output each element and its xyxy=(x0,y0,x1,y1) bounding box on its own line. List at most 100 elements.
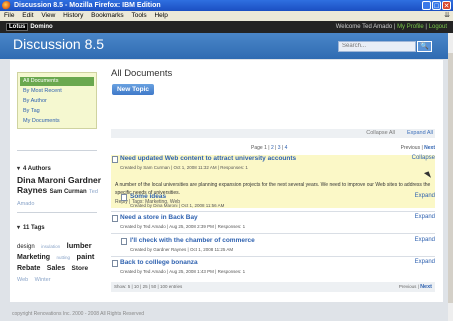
expand-link[interactable]: Expand xyxy=(415,214,435,220)
collapse-link[interactable]: Collapse xyxy=(412,155,435,161)
menu-file[interactable]: File xyxy=(4,12,14,19)
triangle-down-icon: ▾ xyxy=(17,225,21,231)
window-title: Discussion 8.5 - Mozilla Firefox: IBM Ed… xyxy=(14,2,161,9)
tag-link[interactable]: Store xyxy=(72,265,89,272)
tag-link[interactable]: Marketing xyxy=(17,254,50,261)
menu-overflow-icon[interactable]: ⇊ xyxy=(444,11,450,21)
tags-header[interactable]: ▾ 11 Tags xyxy=(17,224,45,231)
topic-meta: Created by Ted Amado | Aug 25, 2008 1:43… xyxy=(120,269,246,274)
app-header: Lotus Domino Welcome Ted Amado | My Profi… xyxy=(0,21,453,33)
user-bar: Welcome Ted Amado | My Profile | Logout xyxy=(336,21,447,33)
page-3[interactable]: 3 xyxy=(278,145,281,151)
tag-cloud: design insulation lumber Marketing nutti… xyxy=(17,240,103,284)
tag-link[interactable]: design xyxy=(17,244,35,250)
tags-header-label: 11 Tags xyxy=(23,225,45,231)
next-link[interactable]: Next xyxy=(424,145,435,151)
logo-box: Lotus xyxy=(6,23,29,31)
previous-link[interactable]: Previous xyxy=(401,145,420,151)
topic-row: I'll check with the chamber of commerce … xyxy=(111,237,435,255)
expand-link[interactable]: Expand xyxy=(415,259,435,265)
divider xyxy=(111,233,435,234)
topic-row: Some ideas Expand Created by Dina Maroni… xyxy=(111,193,435,211)
topic-title[interactable]: Need a store in Back Bay xyxy=(120,214,198,221)
topic-title[interactable]: Need updated Web content to attract univ… xyxy=(120,155,296,162)
logout-link[interactable]: Logout xyxy=(429,24,447,30)
topic-row: Need a store in Back Bay Expand Created … xyxy=(111,214,435,232)
show-entries[interactable]: Show: 5 | 10 | 25 | 50 | 100 entries xyxy=(114,282,182,292)
authors-divider xyxy=(17,150,97,151)
logo-text: Domino xyxy=(30,24,53,30)
topic-title[interactable]: Some ideas xyxy=(130,193,166,200)
menu-edit[interactable]: Edit xyxy=(22,12,33,19)
sidebar-item-most-recent[interactable]: By Most Recent xyxy=(20,87,94,96)
window-title-bar[interactable]: Discussion 8.5 - Mozilla Firefox: IBM Ed… xyxy=(0,0,453,11)
topic-meta: Created by Sam Curman | Oct 1, 2008 11:3… xyxy=(120,165,248,170)
sidebar-item-all-documents[interactable]: All Documents xyxy=(20,77,94,86)
page-label: Page xyxy=(251,145,263,151)
menu-help[interactable]: Help xyxy=(154,12,167,19)
expand-link[interactable]: Expand xyxy=(415,193,435,199)
maximize-button[interactable]: □ xyxy=(432,1,441,10)
minimize-button[interactable]: _ xyxy=(422,1,431,10)
document-icon xyxy=(112,215,118,222)
my-profile-link[interactable]: My Profile xyxy=(397,24,424,30)
author-link[interactable]: Ted xyxy=(89,189,98,195)
sidebar-item-by-tag[interactable]: By Tag xyxy=(20,107,94,116)
search-input[interactable] xyxy=(338,41,416,52)
menu-bookmarks[interactable]: Bookmarks xyxy=(91,12,124,19)
page-4[interactable]: 4 xyxy=(285,145,288,151)
sidebar-item-by-author[interactable]: By Author xyxy=(20,97,94,106)
tag-link[interactable]: insulation xyxy=(41,244,60,249)
author-link[interactable]: Amado xyxy=(17,201,34,207)
author-link[interactable]: Dina Maroni xyxy=(17,175,66,185)
author-link[interactable]: Sam Curman xyxy=(50,189,87,195)
reply-icon xyxy=(121,238,127,245)
topic-meta: Created by Ted Amado | Aug 25, 2008 2:39… xyxy=(120,224,246,229)
topic-title[interactable]: Back to colllege bonanza xyxy=(120,259,198,266)
user-bar-separator: | xyxy=(425,24,427,30)
document-icon xyxy=(112,156,118,163)
content-title: All Documents xyxy=(111,68,173,79)
collapse-all-link[interactable]: Collapse All xyxy=(366,129,395,138)
sidebar-item-my-documents[interactable]: My Documents xyxy=(20,117,94,126)
triangle-down-icon: ▾ xyxy=(17,166,21,172)
vertical-scrollbar[interactable] xyxy=(448,33,453,321)
page-2[interactable]: 2 xyxy=(271,145,274,151)
author-link[interactable]: Raynes xyxy=(17,185,47,195)
search-button[interactable]: 🔍 xyxy=(417,41,432,52)
authors-cloud: Dina Maroni Gardner Raynes Sam Curman Te… xyxy=(17,175,103,209)
copyright-text: copyright Renovations Inc. 2000 - 2008 A… xyxy=(12,311,145,317)
expand-all-link[interactable]: Expand All xyxy=(407,129,433,138)
lotus-logo: Lotus Domino xyxy=(6,23,53,31)
footer-next-link[interactable]: Next xyxy=(420,284,432,290)
authors-header-label: 4 Authors xyxy=(23,166,51,172)
tag-link[interactable]: Rebate xyxy=(17,265,40,272)
topic-row: Back to colllege bonanza Expand Created … xyxy=(111,259,435,277)
expand-link[interactable]: Expand xyxy=(415,237,435,243)
tag-link[interactable]: Sales xyxy=(47,265,65,272)
authors-header[interactable]: ▾ 4 Authors xyxy=(17,165,51,172)
controls-bar: Collapse All Expand All xyxy=(111,129,435,138)
topic-title[interactable]: I'll check with the chamber of commerce xyxy=(130,237,255,244)
topic-meta: Created by Gardner Raynes | Oct 1, 2008 … xyxy=(130,247,234,252)
new-topic-button[interactable]: New Topic xyxy=(112,84,154,95)
scrollbar-thumb[interactable] xyxy=(448,53,453,303)
menu-history[interactable]: History xyxy=(63,12,83,19)
tag-link[interactable]: Web xyxy=(17,277,28,283)
footer-previous-link[interactable]: Previous | xyxy=(399,284,419,289)
topic-meta: Created by Dina Maroni | Oct 1, 2008 11:… xyxy=(130,203,225,208)
tags-divider xyxy=(17,212,97,213)
page-title: Discussion 8.5 xyxy=(13,36,105,52)
document-icon xyxy=(112,260,118,267)
menu-tools[interactable]: Tools xyxy=(131,12,146,19)
menu-view[interactable]: View xyxy=(41,12,55,19)
sidebar-nav: All Documents By Most Recent By Author B… xyxy=(17,72,97,129)
tag-link[interactable]: nutting xyxy=(57,255,71,260)
divider xyxy=(111,211,435,212)
page-1[interactable]: 1 xyxy=(264,145,267,151)
tag-link[interactable]: lumber xyxy=(67,241,92,250)
tag-link[interactable]: paint xyxy=(76,252,94,261)
close-button[interactable]: ✕ xyxy=(442,1,451,10)
author-link[interactable]: Gardner xyxy=(68,175,101,185)
tag-link[interactable]: Winter xyxy=(35,277,51,283)
